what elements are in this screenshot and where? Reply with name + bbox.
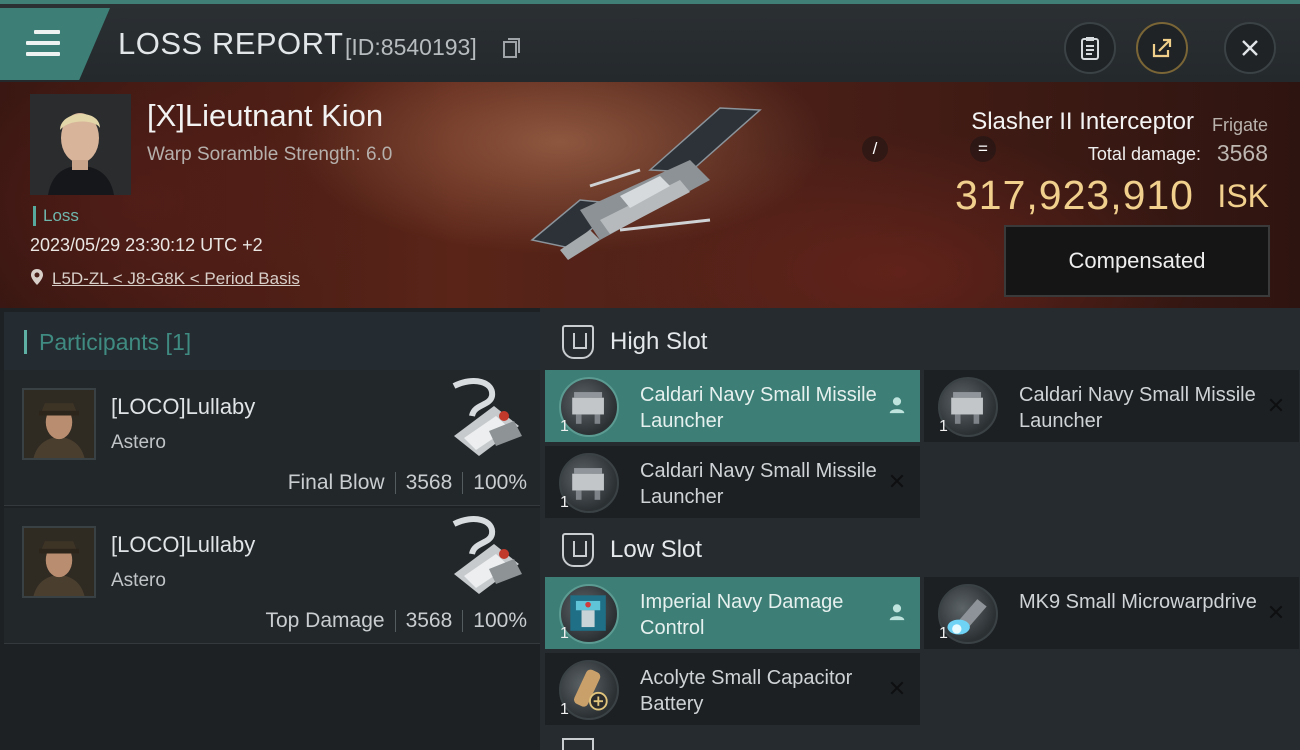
participant-percent: 100% bbox=[473, 609, 527, 632]
header-bar: LOSS REPORT [ID:8540193] bbox=[0, 0, 1300, 82]
module-item[interactable]: 1 Caldari Navy Small Missile Launcher bbox=[545, 370, 920, 442]
participant-damage: 3568 bbox=[405, 609, 453, 632]
clipboard-button[interactable] bbox=[1064, 22, 1116, 74]
module-quantity: 1 bbox=[939, 625, 948, 642]
module-name: Caldari Navy Small Missile Launcher bbox=[640, 384, 877, 432]
module-item[interactable]: 1 MK9 Small Microwarpdrive bbox=[924, 577, 1299, 649]
participant-percent: 100% bbox=[473, 471, 527, 494]
module-name: Acolyte Small Capacitor Battery bbox=[640, 667, 853, 715]
module-quantity: 1 bbox=[560, 418, 569, 435]
close-icon bbox=[886, 470, 908, 492]
share-button[interactable] bbox=[1136, 22, 1188, 74]
user-icon bbox=[886, 601, 908, 623]
module-item[interactable]: 1 Acolyte Small Capacitor Battery bbox=[545, 653, 920, 725]
low-slot-header: Low Slot bbox=[562, 530, 702, 570]
page-title: LOSS REPORT bbox=[118, 26, 344, 61]
fitting-panel: High Slot 1 Caldari Navy Small Missile L… bbox=[540, 308, 1300, 750]
module-quantity: 1 bbox=[560, 701, 569, 718]
avatar bbox=[22, 388, 96, 460]
participant-name[interactable]: [LOCO]Lullaby bbox=[111, 394, 255, 420]
module-quantity: 1 bbox=[939, 418, 948, 435]
module-quantity: 1 bbox=[560, 494, 569, 511]
module-name: Caldari Navy Small Missile Launcher bbox=[640, 460, 877, 508]
participants-header: Participants [1] bbox=[4, 312, 540, 372]
module-name: Imperial Navy Damage Control bbox=[640, 591, 844, 639]
loss-datetime: 2023/05/29 23:30:12 UTC +2 bbox=[30, 235, 263, 255]
isk-unit: ISK bbox=[1217, 178, 1269, 214]
close-icon bbox=[1242, 40, 1258, 56]
participant-ship: Astero bbox=[111, 570, 166, 591]
share-icon bbox=[1152, 38, 1172, 58]
overlay-marker: = bbox=[970, 136, 996, 162]
close-icon bbox=[886, 677, 908, 699]
total-damage-value: 3568 bbox=[1216, 140, 1268, 166]
user-icon bbox=[886, 394, 908, 416]
low-slot-icon bbox=[562, 533, 594, 567]
avatar bbox=[22, 526, 96, 598]
module-item[interactable]: 1 Caldari Navy Small Missile Launcher bbox=[924, 370, 1299, 442]
ship-name[interactable]: Slasher II Interceptor bbox=[971, 108, 1194, 136]
participant-stats: Final Blow 3568 100% bbox=[288, 471, 527, 495]
loss-tag: Loss bbox=[33, 206, 79, 226]
participant-row[interactable]: [LOCO]Lullaby Astero Top Damage 3568 100… bbox=[4, 508, 540, 644]
participants-title: Participants [1] bbox=[24, 330, 191, 354]
participant-ship: Astero bbox=[111, 432, 166, 453]
copy-icon[interactable] bbox=[503, 38, 520, 58]
victim-name[interactable]: [X]Lieutnant Kion bbox=[147, 98, 383, 134]
high-slot-label: High Slot bbox=[610, 328, 708, 355]
report-id: [ID:8540193] bbox=[345, 34, 477, 60]
compensated-button[interactable]: Compensated bbox=[1004, 225, 1270, 297]
module-item[interactable]: 1 Caldari Navy Small Missile Launcher bbox=[545, 446, 920, 518]
ship-class: Frigate bbox=[1211, 115, 1268, 135]
participant-role: Final Blow bbox=[287, 471, 385, 494]
close-button[interactable] bbox=[1224, 22, 1276, 74]
victim-subtitle: Warp Soramble Strength: 6.0 bbox=[147, 144, 393, 165]
participant-name[interactable]: [LOCO]Lullaby bbox=[111, 532, 255, 558]
menu-button[interactable] bbox=[0, 8, 110, 80]
high-slot-header: High Slot bbox=[562, 322, 707, 362]
total-damage-label: Total damage: bbox=[1087, 144, 1201, 164]
mid-slot-icon bbox=[562, 738, 594, 750]
low-slot-label: Low Slot bbox=[610, 536, 703, 563]
module-name: Caldari Navy Small Missile Launcher bbox=[1019, 384, 1256, 432]
ship-image bbox=[530, 107, 762, 260]
participant-stats: Top Damage 3568 100% bbox=[265, 609, 527, 633]
victim-banner: [X]Lieutnant Kion Warp Soramble Strength… bbox=[0, 82, 1300, 308]
participant-ship-image bbox=[452, 516, 522, 594]
overlay-marker: / bbox=[862, 136, 888, 162]
victim-portrait bbox=[30, 94, 131, 195]
module-name: MK9 Small Microwarpdrive bbox=[1019, 591, 1257, 613]
location-link[interactable]: L5D-ZL < J8-G8K < Period Basis bbox=[52, 269, 300, 289]
isk-value: 317,923,910 bbox=[954, 172, 1194, 218]
module-quantity: 1 bbox=[560, 625, 569, 642]
close-icon bbox=[1265, 601, 1287, 623]
participants-panel: Participants [1] [LOCO]Lullaby Astero Fi… bbox=[0, 308, 540, 750]
high-slot-icon bbox=[562, 325, 594, 359]
participant-damage: 3568 bbox=[405, 471, 453, 494]
menu-icon bbox=[26, 30, 60, 58]
module-item[interactable]: 1 Imperial Navy Damage Control bbox=[545, 577, 920, 649]
location-pin-icon bbox=[31, 269, 43, 285]
close-icon bbox=[1265, 394, 1287, 416]
participant-role: Top Damage bbox=[265, 609, 385, 632]
clipboard-icon bbox=[1081, 37, 1099, 60]
participant-ship-image bbox=[452, 378, 522, 456]
participant-row[interactable]: [LOCO]Lullaby Astero Final Blow 3568 100… bbox=[4, 370, 540, 506]
